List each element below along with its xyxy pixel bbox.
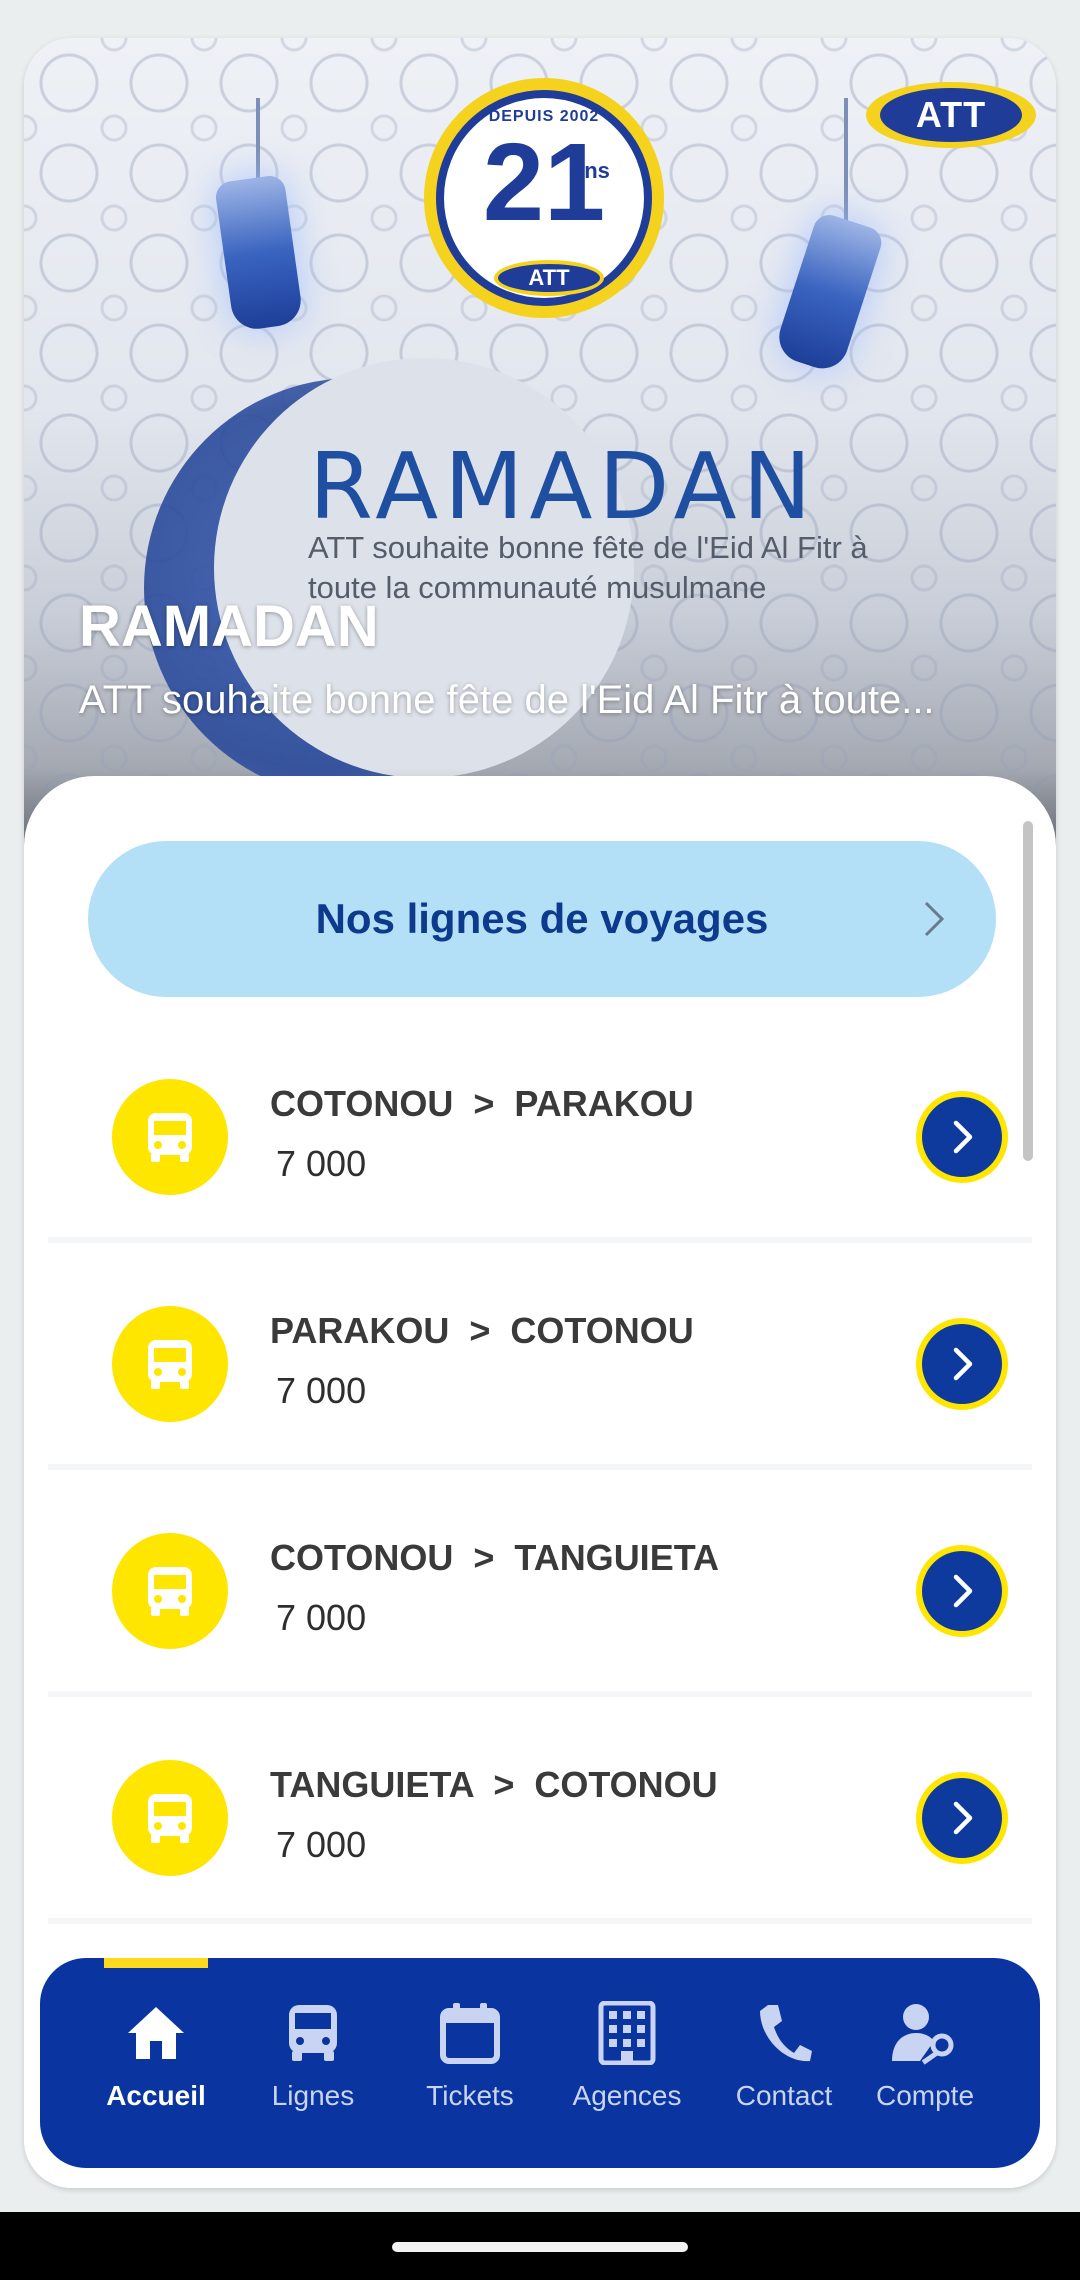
lantern-chain xyxy=(844,98,848,222)
route-name: COTONOU > PARAKOU xyxy=(270,1083,694,1124)
user-key-icon xyxy=(890,1998,960,2068)
route-row[interactable]: COTONOU > PARAKOU 7 000 xyxy=(48,1021,1032,1243)
chevron-right-icon xyxy=(953,1120,973,1154)
phone-icon xyxy=(749,1998,819,2068)
promo-banner[interactable]: DEPUIS 2002 21 ans ATT ATT RAMADAN ATT s… xyxy=(24,38,1056,858)
nav-label: Lignes xyxy=(271,2080,355,2111)
route-name: COTONOU > TANGUIETA xyxy=(270,1537,720,1578)
nav-item-tickets[interactable]: Tickets xyxy=(395,1998,545,2128)
route-price: 7 000 xyxy=(276,1824,367,1865)
nav-label: Tickets xyxy=(426,2080,514,2111)
calendar-icon xyxy=(435,1998,505,2068)
route-open-button[interactable] xyxy=(916,1091,1008,1183)
route-open-button[interactable] xyxy=(916,1545,1008,1637)
banner-image-heading: RAMADAN xyxy=(309,433,818,540)
travel-lines-label: Nos lignes de voyages xyxy=(315,895,769,942)
nav-item-agences[interactable]: Agences xyxy=(552,1998,702,2128)
lantern-chain xyxy=(256,98,260,182)
active-tab-indicator xyxy=(104,1958,208,1968)
chevron-right-icon xyxy=(953,1347,973,1381)
route-row[interactable]: PARAKOU > COTONOU 7 000 xyxy=(48,1248,1032,1470)
route-row[interactable]: TANGUIETA > COTONOU 7 000 xyxy=(48,1702,1032,1924)
route-price: 7 000 xyxy=(276,1597,367,1638)
bus-icon xyxy=(112,1533,228,1649)
bus-icon xyxy=(112,1079,228,1195)
banner-image-subtext: ATT souhaite bonne fête de l'Eid Al Fitr… xyxy=(308,530,868,605)
route-name: PARAKOU > COTONOU xyxy=(270,1310,694,1351)
route-open-button[interactable] xyxy=(916,1772,1008,1864)
route-price: 7 000 xyxy=(276,1370,367,1411)
route-price: 7 000 xyxy=(276,1143,367,1184)
bus-icon xyxy=(278,1998,348,2068)
nav-item-contact[interactable]: Contact xyxy=(709,1998,859,2128)
nav-label: Agences xyxy=(572,2080,682,2111)
banner-description: ATT souhaite bonne fête de l'Eid Al Fitr… xyxy=(79,678,935,722)
bottom-navigation: Accueil Lignes Tickets Agences Contact C… xyxy=(40,1958,1040,2168)
route-name: TANGUIETA > COTONOU xyxy=(270,1764,718,1805)
chevron-right-icon xyxy=(953,1801,973,1835)
route-open-button[interactable] xyxy=(916,1318,1008,1410)
travel-lines-button[interactable]: Nos lignes de voyages xyxy=(88,841,996,997)
home-gesture-handle[interactable] xyxy=(392,2242,688,2252)
nav-item-accueil[interactable]: Accueil xyxy=(81,1998,231,2128)
app-screen: DEPUIS 2002 21 ans ATT ATT RAMADAN ATT s… xyxy=(0,0,1080,2280)
att-logo-text: ATT xyxy=(880,88,1022,142)
building-icon xyxy=(592,1998,662,2068)
nav-label: Accueil xyxy=(106,2080,206,2111)
bus-icon xyxy=(112,1760,228,1876)
home-icon xyxy=(121,1998,191,2068)
system-navigation-bar xyxy=(0,2212,1080,2280)
banner-title: RAMADAN xyxy=(79,594,379,659)
emblem-number: 21 xyxy=(482,121,606,244)
nav-label: Contact xyxy=(735,2080,833,2111)
chevron-right-icon xyxy=(953,1574,973,1608)
emblem-brand: ATT xyxy=(494,260,604,296)
nav-label: Compte xyxy=(875,2080,975,2111)
main-card: DEPUIS 2002 21 ans ATT ATT RAMADAN ATT s… xyxy=(24,38,1056,2188)
att-logo: ATT xyxy=(866,82,1036,148)
anniversary-emblem: DEPUIS 2002 21 ans ATT xyxy=(424,78,664,318)
chevron-right-icon xyxy=(924,901,945,937)
emblem-suffix: ans xyxy=(572,158,610,183)
nav-item-compte[interactable]: Compte xyxy=(850,1998,1000,2128)
bus-icon xyxy=(112,1306,228,1422)
nav-item-lignes[interactable]: Lignes xyxy=(238,1998,388,2128)
route-row[interactable]: COTONOU > TANGUIETA 7 000 xyxy=(48,1475,1032,1697)
